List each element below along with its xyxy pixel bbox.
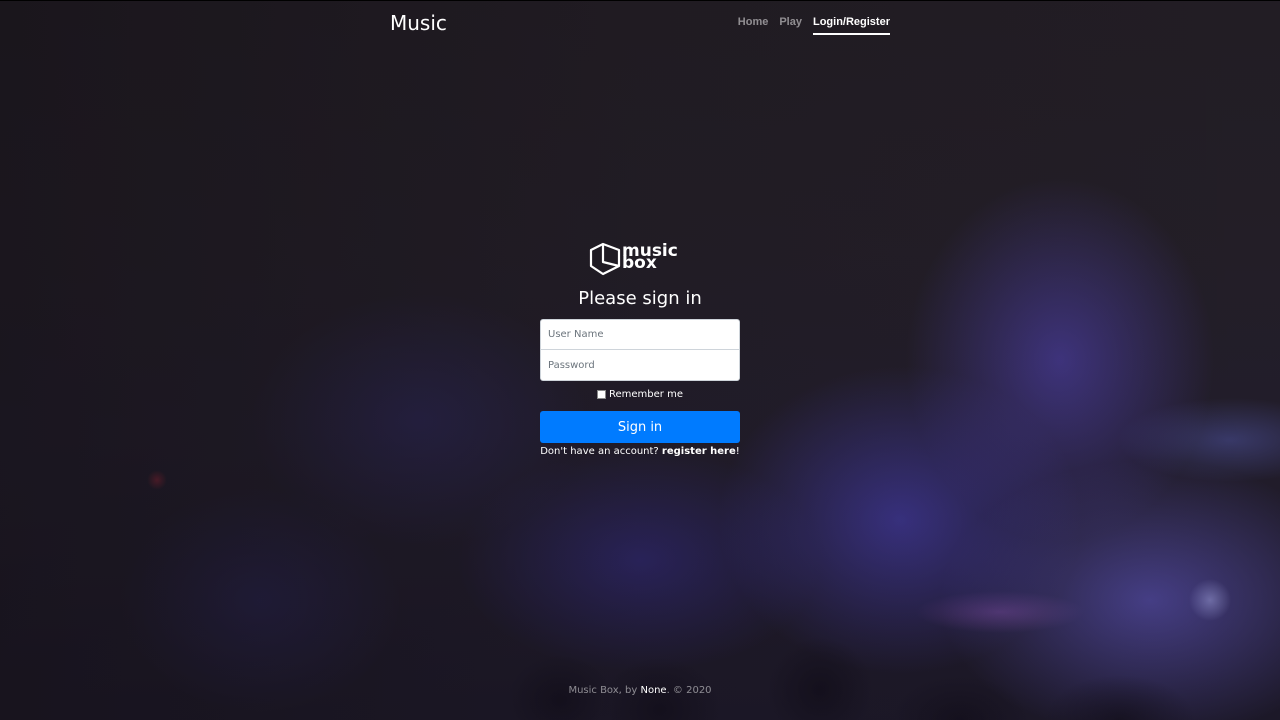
site-header: Music Home Play Login/Register <box>390 0 890 46</box>
footer-prefix: Music Box, by <box>568 685 638 696</box>
remember-me[interactable]: Remember me <box>540 389 740 400</box>
nav-play[interactable]: Play <box>779 16 802 35</box>
nav-login-register[interactable]: Login/Register <box>812 16 890 35</box>
signin-heading: Please sign in <box>578 288 702 309</box>
main-nav: Home Play Login/Register <box>738 16 890 35</box>
register-suffix: ! <box>735 446 740 457</box>
nav-home[interactable]: Home <box>738 16 769 35</box>
remember-me-checkbox[interactable] <box>597 390 606 399</box>
sign-in-button[interactable]: Sign in <box>540 411 740 443</box>
signin-form: music box Please sign in Remember me Sig… <box>540 236 740 457</box>
username-input[interactable] <box>541 320 739 350</box>
password-input[interactable] <box>541 350 739 380</box>
brand-title[interactable]: Music <box>390 11 447 35</box>
music-box-logo: music box <box>589 241 678 276</box>
register-link[interactable]: register here <box>662 446 736 457</box>
register-prompt: Don't have an account? register here! <box>540 446 740 457</box>
footer-author: None <box>640 685 667 696</box>
logo-text-box: box <box>622 253 657 273</box>
credentials-group <box>540 319 740 381</box>
register-prompt-text: Don't have an account? <box>540 446 659 457</box>
site-footer: Music Box, by None. © 2020 <box>0 685 1280 696</box>
footer-suffix: . © 2020 <box>666 685 712 696</box>
remember-me-label: Remember me <box>609 389 683 400</box>
